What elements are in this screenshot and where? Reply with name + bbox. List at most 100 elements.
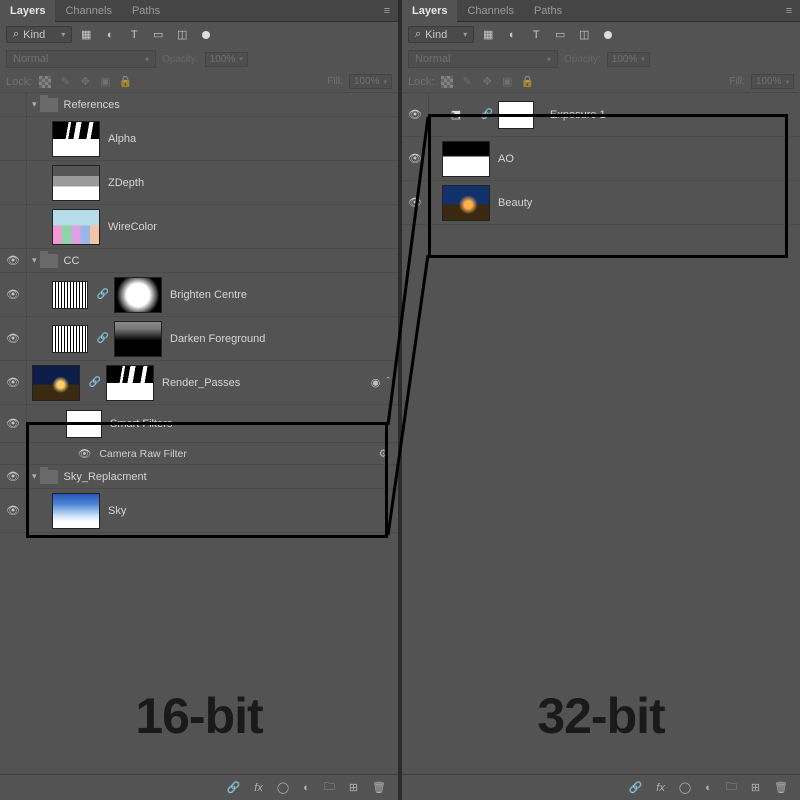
layer-alpha[interactable]: 👁 Alpha [0,117,398,161]
lock-transparency-icon[interactable] [440,75,454,89]
link-icon[interactable]: 🔗 [96,289,110,300]
visibility-toggle[interactable]: 👁 [0,176,26,189]
layer-thumbnail[interactable] [52,493,100,529]
group-icon[interactable]: 🗀 [324,778,335,797]
smart-filters-row[interactable]: 👁 Smart Filters [0,405,398,443]
filter-toggle-icon[interactable] [198,27,214,43]
link-icon[interactable]: 🔗 [480,109,494,120]
visibility-toggle[interactable]: 👁 [0,332,26,345]
lock-all-icon[interactable]: 🔒 [520,75,534,89]
layer-thumbnail[interactable] [442,185,490,221]
visibility-toggle[interactable]: 👁 [0,98,26,111]
visibility-toggle[interactable]: 👁 [0,220,26,233]
layer-brighten-centre[interactable]: 👁 🔗 Brighten Centre [0,273,398,317]
filter-mask-thumbnail[interactable] [66,410,102,438]
lock-artboard-icon[interactable]: ▣ [98,75,112,89]
visibility-toggle[interactable]: 👁 [0,288,26,301]
layer-zdepth[interactable]: 👁 ZDepth [0,161,398,205]
lock-move-icon[interactable]: ✥ [480,75,494,89]
blend-mode-dropdown[interactable]: Normal ▾ [408,50,558,68]
filter-shape-icon[interactable]: ▭ [552,27,568,43]
layer-exposure-1[interactable]: 👁 ⬔ 🔗 Exposure 1 [402,93,800,137]
lock-all-icon[interactable]: 🔒 [118,75,132,89]
fill-field[interactable]: 100% ▾ [751,74,794,89]
adjustment-icon[interactable]: ◐ [303,782,310,794]
filter-toggle-icon[interactable] [600,27,616,43]
chevron-down-icon[interactable]: ▾ [32,471,37,482]
visibility-toggle[interactable]: 👁 [0,132,26,145]
filter-pixel-icon[interactable]: ▦ [480,27,496,43]
filter-type-icon[interactable]: T [126,27,142,43]
mask-icon[interactable]: ◯ [277,781,289,794]
adjustment-thumbnail[interactable] [52,281,88,309]
filter-adjust-icon[interactable]: ◐ [504,27,520,43]
mask-thumbnail[interactable] [498,101,534,129]
visibility-toggle[interactable]: 👁 [0,504,26,517]
delete-icon[interactable]: 🗑 [774,781,788,794]
chevron-down-icon[interactable]: ▾ [32,255,37,266]
opacity-field[interactable]: 100% ▾ [205,52,248,67]
visibility-toggle[interactable]: 👁 [0,417,26,430]
link-layers-icon[interactable]: 🔗 [227,781,241,794]
filter-camera-raw[interactable]: 👁 Camera Raw Filter ⚙ [0,443,398,465]
filter-type-icon[interactable]: T [528,27,544,43]
layer-thumbnail[interactable] [52,121,100,157]
layer-thumbnail[interactable] [52,209,100,245]
layer-beauty[interactable]: 👁 Beauty [402,181,800,225]
fx-icon[interactable]: fx [656,782,665,794]
chevron-down-icon[interactable]: ▾ [32,99,37,110]
group-cc[interactable]: 👁 ▾ CC [0,249,398,273]
filter-smart-icon[interactable]: ◫ [174,27,190,43]
visibility-toggle[interactable]: 👁 [402,108,428,121]
tab-channels[interactable]: Channels [457,0,523,22]
link-layers-icon[interactable]: 🔗 [629,781,643,794]
adjustment-icon[interactable]: ◐ [705,782,712,794]
group-sky-replacement[interactable]: 👁 ▾ Sky_Replacment [0,465,398,489]
group-references[interactable]: 👁 ▾ References [0,93,398,117]
layer-thumbnail[interactable] [52,165,100,201]
visibility-toggle[interactable]: 👁 [0,376,26,389]
mask-thumbnail[interactable] [114,277,162,313]
lock-brush-icon[interactable]: ✎ [460,75,474,89]
filter-pixel-icon[interactable]: ▦ [78,27,94,43]
delete-icon[interactable]: 🗑 [372,781,386,794]
filter-kind-dropdown[interactable]: ⌕ Kind ▾ [6,26,72,43]
visibility-toggle[interactable]: 👁 [402,196,428,209]
tab-channels[interactable]: Channels [55,0,121,22]
filter-shape-icon[interactable]: ▭ [150,27,166,43]
lock-move-icon[interactable]: ✥ [78,75,92,89]
layer-thumbnail[interactable] [442,141,490,177]
link-icon[interactable]: 🔗 [96,333,110,344]
new-layer-icon[interactable]: ⊞ [751,781,760,794]
visibility-toggle[interactable]: 👁 [0,254,26,267]
layer-sky[interactable]: 👁 Sky [0,489,398,533]
tab-paths[interactable]: Paths [524,0,572,22]
mask-thumbnail[interactable] [114,321,162,357]
group-icon[interactable]: 🗀 [726,778,737,797]
filter-adjust-icon[interactable]: ◐ [102,27,118,43]
new-layer-icon[interactable]: ⊞ [349,781,358,794]
filter-options-icon[interactable]: ⚙ [379,448,388,460]
lock-transparency-icon[interactable] [38,75,52,89]
opacity-field[interactable]: 100% ▾ [607,52,650,67]
panel-menu-icon[interactable]: ≡ [778,5,800,17]
fx-icon[interactable]: fx [254,782,263,794]
tab-paths[interactable]: Paths [122,0,170,22]
layer-ao[interactable]: 👁 AO [402,137,800,181]
layer-thumbnail[interactable] [32,365,80,401]
mask-icon[interactable]: ◯ [679,781,691,794]
layer-wirecolor[interactable]: 👁 WireColor [0,205,398,249]
filter-smart-icon[interactable]: ◫ [576,27,592,43]
layer-darken-foreground[interactable]: 👁 🔗 Darken Foreground [0,317,398,361]
blend-mode-dropdown[interactable]: Normal ▾ [6,50,156,68]
lock-brush-icon[interactable]: ✎ [58,75,72,89]
link-icon[interactable]: 🔗 [88,377,102,388]
visibility-toggle[interactable]: 👁 [0,470,26,483]
lock-artboard-icon[interactable]: ▣ [500,75,514,89]
expand-filters-icon[interactable]: ˆ [386,376,390,389]
tab-layers[interactable]: Layers [0,0,55,22]
fill-field[interactable]: 100% ▾ [349,74,392,89]
exposure-adjustment-icon[interactable]: ⬔ [442,108,470,121]
mask-thumbnail[interactable] [106,365,154,401]
panel-menu-icon[interactable]: ≡ [376,5,398,17]
